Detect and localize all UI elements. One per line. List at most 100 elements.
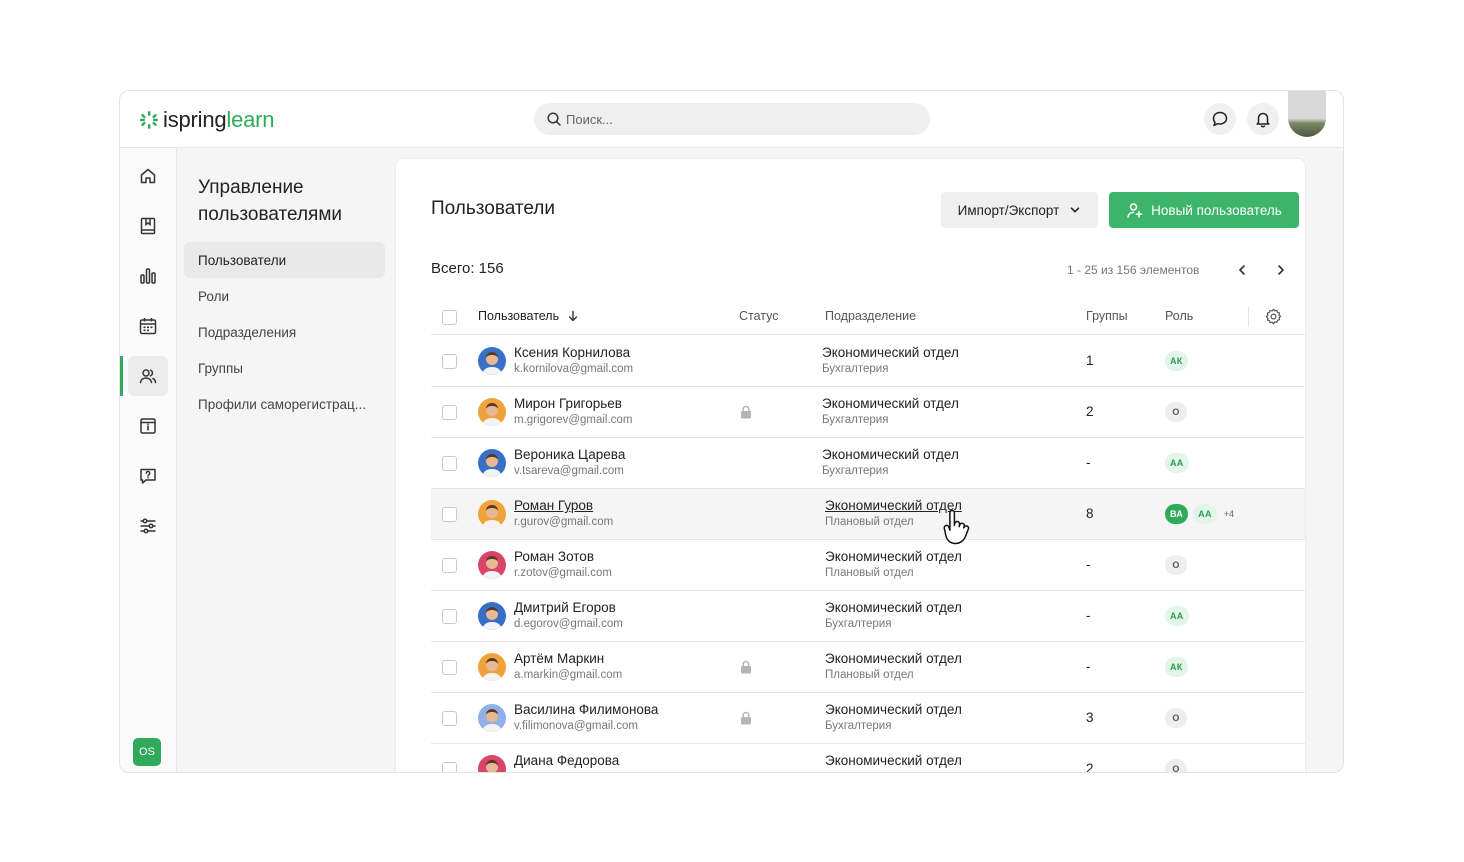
role-badge[interactable]: АА: [1165, 606, 1189, 626]
column-department-header[interactable]: Подразделение: [825, 309, 916, 323]
table-row[interactable]: Василина Филимонова v.filimonova@gmail.co…: [431, 693, 1305, 744]
table-row[interactable]: Ксения Корнилова k.kornilova@gmail.com Эко…: [431, 336, 1305, 387]
role-badge[interactable]: О: [1165, 708, 1187, 728]
rail-item-settings[interactable]: [128, 506, 168, 546]
groups-count: -: [1086, 659, 1091, 674]
avatar: [478, 398, 506, 426]
department-name[interactable]: Экономический отдел: [825, 651, 962, 666]
top-bar: ispringlearn: [120, 91, 1343, 148]
row-checkbox[interactable]: [442, 762, 457, 772]
user-management-nav: Управление пользователями Пользователи Р…: [177, 148, 395, 772]
column-role-header[interactable]: Роль: [1165, 309, 1193, 323]
row-checkbox[interactable]: [442, 711, 457, 726]
department-name[interactable]: Экономический отдел: [825, 753, 962, 768]
user-name[interactable]: Диана Федорова: [514, 753, 619, 768]
help-icon: [140, 468, 156, 484]
select-all-checkbox[interactable]: [442, 310, 457, 325]
table-row[interactable]: Дмитрий Егоров d.egorov@gmail.com Экономич…: [431, 591, 1305, 642]
user-email: r.zotov@gmail.com: [514, 567, 612, 579]
subnav-item-departments[interactable]: Подразделения: [184, 314, 385, 350]
rail-item-reports[interactable]: [128, 256, 168, 296]
department-name[interactable]: Экономический отдел: [825, 600, 962, 615]
ispring-logo[interactable]: ispringlearn: [139, 107, 275, 133]
column-user-header[interactable]: Пользователь: [478, 309, 579, 323]
user-name[interactable]: Мирон Григорьев: [514, 396, 622, 411]
user-name[interactable]: Василина Филимонова: [514, 702, 658, 717]
next-page-button[interactable]: [1271, 259, 1291, 281]
department-name[interactable]: Экономический отдел: [822, 447, 959, 462]
avatar: [478, 449, 506, 477]
rail-item-calendar[interactable]: [128, 306, 168, 346]
user-name[interactable]: Роман Зотов: [514, 549, 594, 564]
table-row[interactable]: Вероника Царева v.tsareva@gmail.com Эконом…: [431, 438, 1305, 489]
import-export-button[interactable]: Импорт/Экспорт: [941, 192, 1098, 228]
calendar-icon: [139, 318, 157, 335]
prev-page-button[interactable]: [1232, 259, 1252, 281]
department-name[interactable]: Экономический отдел: [822, 396, 959, 411]
department-name[interactable]: Экономический отдел: [822, 345, 959, 360]
column-status-header[interactable]: Статус: [739, 309, 779, 323]
user-email: v.filimonova@gmail.com: [514, 720, 638, 732]
role-badge[interactable]: ВА: [1165, 504, 1189, 524]
user-name[interactable]: Вероника Царева: [514, 447, 625, 462]
avatar: [478, 602, 506, 630]
table-row[interactable]: Диана Федорова Экономический отдел 2 О: [431, 744, 1305, 772]
rail-item-home[interactable]: [128, 156, 168, 196]
notifications-button[interactable]: [1247, 103, 1279, 135]
role-badge[interactable]: АА: [1165, 453, 1189, 473]
import-export-label: Импорт/Экспорт: [957, 202, 1060, 218]
user-email: m.grigorev@gmail.com: [514, 414, 633, 426]
role-badge[interactable]: АК: [1165, 351, 1188, 371]
rail-user-badge[interactable]: OS: [133, 738, 161, 766]
person-photo-icon: [482, 505, 502, 528]
rail-item-info[interactable]: [128, 406, 168, 446]
profile-avatar[interactable]: [1288, 91, 1326, 137]
role-badge[interactable]: О: [1165, 402, 1187, 422]
table-row[interactable]: Роман Гуров r.gurov@gmail.com Экономически…: [431, 489, 1305, 540]
row-checkbox[interactable]: [442, 558, 457, 573]
section-title: Управление пользователями: [198, 177, 342, 225]
subnav-item-users[interactable]: Пользователи: [184, 242, 385, 278]
table-row[interactable]: Артём Маркин a.markin@gmail.com Экономичес…: [431, 642, 1305, 693]
row-checkbox[interactable]: [442, 507, 457, 522]
department-name[interactable]: Экономический отдел: [825, 702, 962, 717]
role-badge[interactable]: О: [1165, 555, 1187, 575]
header-divider: [1248, 307, 1249, 327]
row-checkbox[interactable]: [442, 456, 457, 471]
person-photo-icon: [482, 607, 502, 630]
chat-button[interactable]: [1204, 103, 1236, 135]
user-name[interactable]: Ксения Корнилова: [514, 345, 630, 360]
role-badges: О: [1165, 402, 1187, 422]
subnav-item-self-registration[interactable]: Профили саморегистрац...: [184, 386, 385, 422]
add-user-icon: [1127, 203, 1143, 218]
subdepartment-name: Бухгалтерия: [825, 720, 892, 732]
rail-item-courses[interactable]: [128, 206, 168, 246]
user-name[interactable]: Роман Гуров: [514, 498, 593, 513]
role-badges: О: [1165, 708, 1187, 728]
row-checkbox[interactable]: [442, 405, 457, 420]
role-badge[interactable]: АК: [1165, 657, 1188, 677]
role-badge[interactable]: АА: [1193, 504, 1217, 524]
search-bar[interactable]: [534, 103, 930, 135]
table-row[interactable]: Мирон Григорьев m.grigorev@gmail.com Эконо…: [431, 387, 1305, 438]
more-roles-count[interactable]: +4: [1224, 509, 1234, 519]
column-groups-header[interactable]: Группы: [1086, 309, 1128, 323]
table-row[interactable]: Роман Зотов r.zotov@gmail.com Экономически…: [431, 540, 1305, 591]
row-checkbox[interactable]: [442, 660, 457, 675]
row-checkbox[interactable]: [442, 354, 457, 369]
app-window: ispringlearn Поиск... OS Управление поль…: [119, 90, 1344, 773]
gear-icon[interactable]: [1265, 308, 1282, 325]
department-name[interactable]: Экономический отдел: [825, 498, 962, 513]
user-name[interactable]: Дмитрий Егоров: [514, 600, 616, 615]
new-user-button[interactable]: Новый пользователь: [1109, 192, 1299, 228]
row-checkbox[interactable]: [442, 609, 457, 624]
role-badge[interactable]: О: [1165, 759, 1187, 772]
user-name[interactable]: Артём Маркин: [514, 651, 604, 666]
department-name[interactable]: Экономический отдел: [825, 549, 962, 564]
subnav-item-groups[interactable]: Группы: [184, 350, 385, 386]
sort-down-icon: [568, 310, 577, 322]
rail-item-help[interactable]: [128, 456, 168, 496]
rail-item-users[interactable]: [128, 356, 168, 396]
search-input[interactable]: [566, 111, 906, 127]
subnav-item-roles[interactable]: Роли: [184, 278, 385, 314]
